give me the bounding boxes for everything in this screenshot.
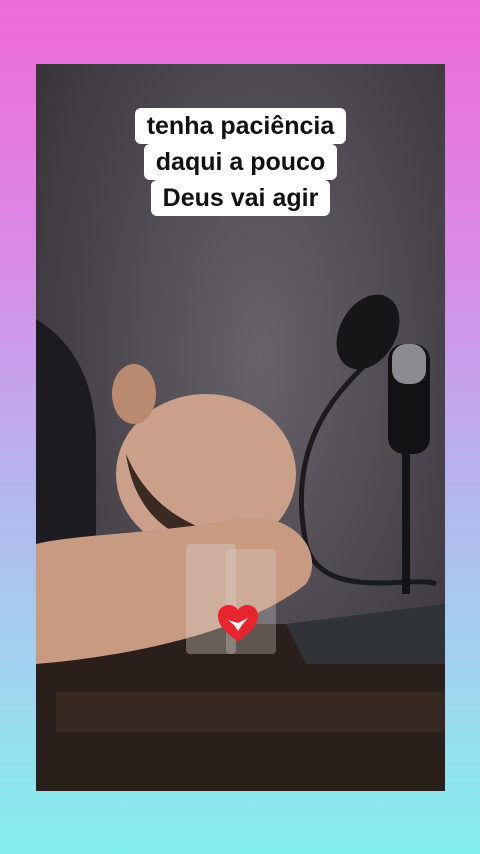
caption-line-2: daqui a pouco: [143, 144, 338, 180]
microphone-icon: [388, 344, 430, 594]
video-frame: tenha paciência daqui a pouco Deus vai a…: [36, 64, 445, 791]
caption-line-3: Deus vai agir: [150, 180, 331, 216]
caption-line-1: tenha paciência: [134, 108, 347, 144]
heart-dove-logo-icon: [218, 605, 258, 642]
caption: tenha paciência daqui a pouco Deus vai a…: [36, 108, 445, 216]
